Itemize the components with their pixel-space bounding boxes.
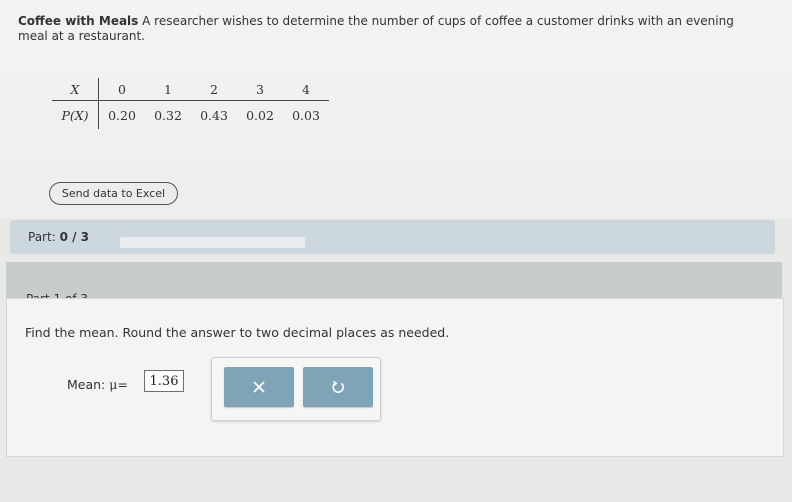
p-value: 0.02: [246, 107, 274, 123]
clear-button[interactable]: [224, 367, 294, 407]
part-progress-value: 0 / 3: [59, 230, 89, 244]
x-value: 1: [145, 78, 191, 101]
question-panel: Find the mean. Round the answer to two d…: [6, 298, 784, 457]
mu-symbol: μ=: [109, 377, 128, 392]
x-value: 4: [283, 78, 329, 101]
p-value: 0.03: [292, 107, 320, 123]
p-value: 0.20: [108, 107, 136, 123]
mean-label-text: Mean:: [67, 377, 106, 392]
part-progress-label: Part: 0 / 3: [28, 230, 89, 244]
x-value: 0: [98, 78, 145, 101]
close-icon: [253, 381, 265, 393]
problem-area: Coffee with Meals A researcher wishes to…: [0, 0, 792, 218]
problem-title: Coffee with Meals: [18, 14, 139, 28]
send-to-excel-button[interactable]: Send data to Excel: [49, 182, 178, 205]
part-progress-bar: Part: 0 / 3: [10, 220, 775, 254]
undo-button[interactable]: [303, 367, 373, 407]
x-value: 2: [191, 78, 237, 101]
answer-tools: [211, 357, 381, 421]
probability-table: X 0 1 2 3 4 P(X) 0.20 0.32 0.43 0.02 0.0…: [52, 78, 329, 129]
part-label-text: Part:: [28, 230, 56, 244]
part-header: [6, 262, 782, 300]
mean-answer-input[interactable]: 1.36: [144, 370, 184, 392]
problem-statement: Coffee with Meals A researcher wishes to…: [18, 14, 758, 44]
x-value: 3: [237, 78, 283, 101]
question-text: Find the mean. Round the answer to two d…: [25, 325, 450, 340]
mean-label: Mean: μ=: [67, 377, 128, 392]
p-value: 0.32: [154, 107, 182, 123]
p-header: P(X): [52, 100, 99, 129]
x-header: X: [52, 78, 99, 101]
p-value: 0.43: [200, 107, 228, 123]
undo-icon: [332, 380, 344, 393]
progress-track: [120, 237, 305, 248]
